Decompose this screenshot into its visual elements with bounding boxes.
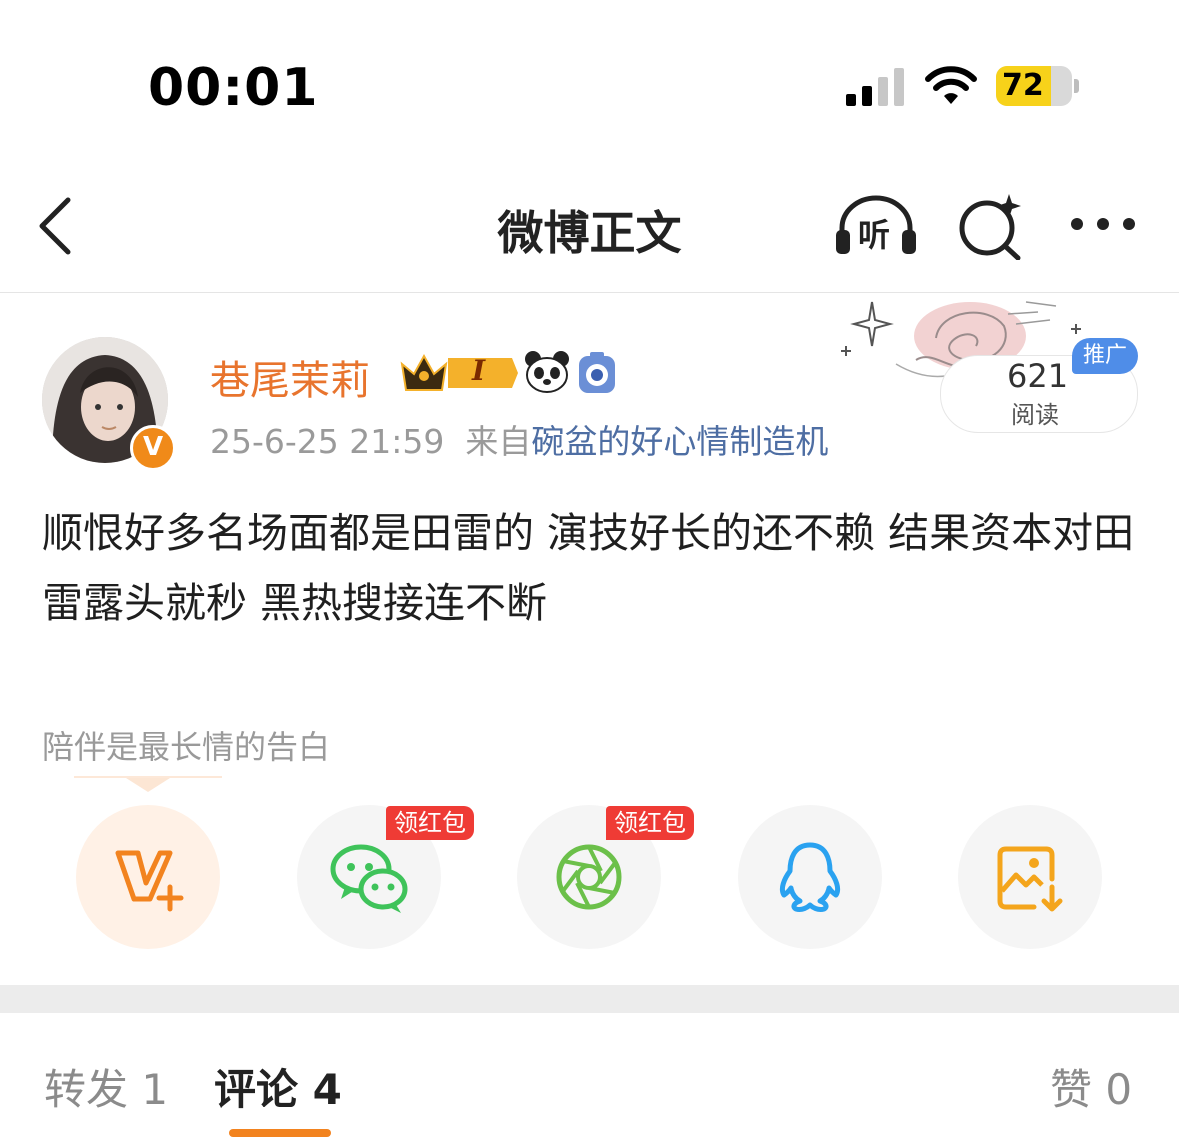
save-image-icon bbox=[997, 846, 1063, 912]
active-hint-pointer bbox=[126, 778, 170, 792]
vplus-icon bbox=[115, 850, 184, 912]
promo-badge: 推广 bbox=[1072, 338, 1138, 374]
status-time: 00:01 bbox=[148, 58, 319, 118]
panda-badge-icon[interactable] bbox=[524, 350, 570, 394]
search-icon[interactable] bbox=[955, 192, 1025, 260]
tab-reposts-label: 转发 bbox=[44, 1065, 129, 1114]
tab-reposts-count: 1 bbox=[141, 1065, 169, 1114]
tab-likes-label: 赞 bbox=[1050, 1065, 1093, 1114]
camera-badge-icon[interactable] bbox=[578, 352, 616, 394]
tab-reposts[interactable]: 转发 1 bbox=[44, 1056, 168, 1117]
tab-likes[interactable]: 赞 0 bbox=[1050, 1056, 1132, 1117]
save-image-share-button[interactable] bbox=[958, 805, 1102, 949]
qq-icon bbox=[779, 842, 841, 912]
source-prefix: 来自 bbox=[465, 422, 532, 461]
redpack-badge: 领红包 bbox=[606, 806, 694, 840]
qq-share-button[interactable] bbox=[738, 805, 882, 949]
verified-badge: V bbox=[130, 425, 176, 471]
listen-button[interactable]: 听 bbox=[834, 192, 918, 258]
section-separator bbox=[0, 985, 1179, 1013]
battery-percent: 72 bbox=[1002, 68, 1044, 103]
level-badge-text: I bbox=[472, 354, 486, 387]
post-meta: 25-6-25 21:59 来自碗盆的好心情制造机 bbox=[210, 415, 828, 463]
post-source-link[interactable]: 碗盆的好心情制造机 bbox=[531, 422, 828, 461]
tab-comments-count: 4 bbox=[312, 1065, 342, 1114]
wechat-icon bbox=[330, 844, 408, 913]
post-tag[interactable]: 陪伴是最长情的告白 bbox=[42, 722, 330, 768]
wifi-icon bbox=[925, 66, 977, 104]
moments-icon bbox=[556, 844, 622, 910]
tab-comments[interactable]: 评论 4 bbox=[214, 1056, 342, 1117]
tab-comments-label: 评论 bbox=[214, 1065, 299, 1114]
vplus-share-button[interactable] bbox=[76, 805, 220, 949]
username[interactable]: 巷尾茉莉 bbox=[210, 348, 370, 406]
more-options-icon[interactable] bbox=[1068, 214, 1138, 234]
active-tab-indicator bbox=[229, 1129, 331, 1137]
crown-level-badge-icon[interactable]: I bbox=[400, 352, 518, 394]
battery-indicator: 72 bbox=[996, 66, 1082, 108]
read-count-label: 阅读 bbox=[1011, 401, 1059, 429]
tab-likes-count: 0 bbox=[1105, 1065, 1133, 1114]
post-timestamp: 25-6-25 21:59 bbox=[210, 422, 445, 461]
listen-label: 听 bbox=[858, 216, 891, 254]
redpack-badge: 领红包 bbox=[386, 806, 474, 840]
cellular-signal-icon bbox=[846, 68, 904, 106]
read-count: 621 bbox=[1007, 357, 1069, 395]
post-body-text: 顺恨好多名场面都是田雷的 演技好长的还不赖 结果资本对田雷露头就秒 黑热搜接连不… bbox=[42, 509, 1135, 627]
header-divider bbox=[0, 292, 1179, 293]
